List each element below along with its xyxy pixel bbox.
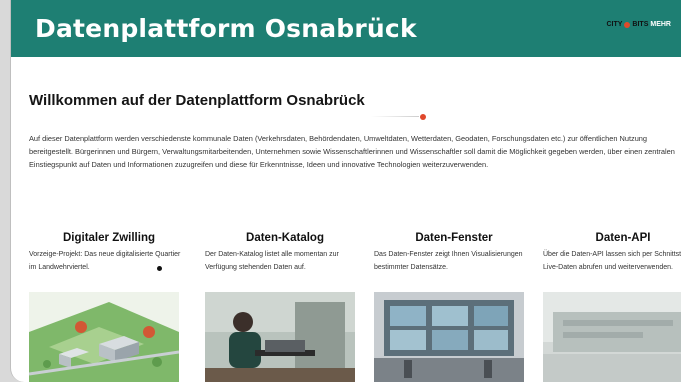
site-header: Datenplattform Osnabrück CITY BITS MEHR (11, 0, 681, 57)
card-title[interactable]: Digitaler Zwilling (29, 232, 189, 248)
card-daten-katalog[interactable]: Daten-Katalog Der Daten-Katalog listet a… (205, 232, 365, 382)
catalog-photo[interactable] (205, 292, 355, 382)
intro-paragraph: Auf dieser Datenplattform werden verschi… (29, 134, 675, 169)
api-photo[interactable] (543, 292, 681, 382)
decorative-line (371, 116, 419, 117)
card-digitaler-zwilling[interactable]: Digitaler Zwilling Vorzeige-Projekt: Das… (29, 232, 189, 382)
logo-text-mehr: MEHR (650, 21, 671, 28)
card-description: Über die Daten-API lassen sich per Schni… (543, 251, 681, 271)
logo-text-bits: BITS (632, 21, 649, 28)
welcome-heading: Willkommen auf der Datenplattform Osnabr… (29, 92, 365, 109)
logo-text-city: CITY (606, 21, 623, 28)
card-title[interactable]: Daten-Fenster (374, 232, 534, 248)
bullet-icon (157, 266, 162, 271)
card-daten-api[interactable]: Daten-API Über die Daten-API lassen sich… (543, 232, 681, 382)
site-title[interactable]: Datenplattform Osnabrück (35, 14, 417, 43)
data-window-photo[interactable] (374, 292, 524, 382)
logo-dot-icon (624, 21, 631, 28)
card-title[interactable]: Daten-API (543, 232, 681, 248)
card-title[interactable]: Daten-Katalog (205, 232, 365, 248)
card-daten-fenster[interactable]: Daten-Fenster Das Daten-Fenster zeigt Ih… (374, 232, 534, 382)
partner-logo[interactable]: CITY BITS MEHR (606, 21, 671, 28)
card-description: Der Daten-Katalog listet alle momentan z… (205, 251, 339, 271)
digital-twin-illustration[interactable] (29, 292, 179, 382)
card-description: Vorzeige-Projekt: Das neue digitalisiert… (29, 251, 181, 271)
feature-cards: Digitaler Zwilling Vorzeige-Projekt: Das… (29, 232, 681, 382)
browser-page: Datenplattform Osnabrück CITY BITS MEHR … (10, 0, 681, 382)
decorative-dot-icon (420, 114, 426, 120)
card-description: Das Daten-Fenster zeigt Ihnen Visualisie… (374, 251, 523, 271)
